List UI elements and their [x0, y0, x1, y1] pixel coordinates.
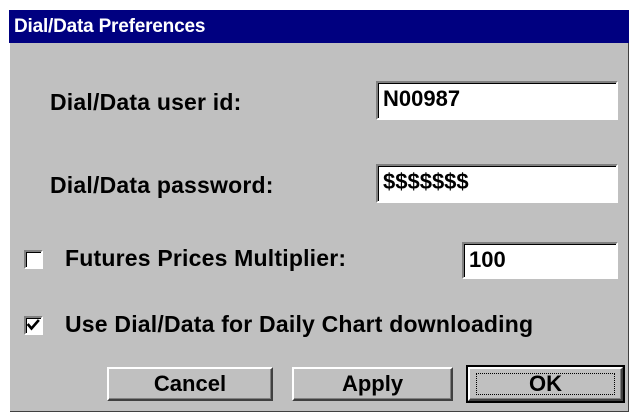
- preferences-dialog: Dial/Data Preferences Dial/Data user id:…: [9, 10, 629, 412]
- password-label: Dial/Data password:: [50, 172, 274, 198]
- password-input[interactable]: $$$$$$$: [376, 164, 618, 203]
- user-id-label: Dial/Data user id:: [50, 89, 242, 115]
- apply-button[interactable]: Apply: [292, 367, 453, 401]
- dialog-title: Dial/Data Preferences: [9, 10, 629, 43]
- checkmark-icon: [26, 319, 40, 331]
- cancel-button[interactable]: Cancel: [107, 367, 273, 401]
- user-id-input[interactable]: N00987: [376, 81, 618, 120]
- focus-rectangle: [476, 373, 615, 395]
- ok-button[interactable]: OK: [466, 365, 625, 403]
- multiplier-label: Futures Prices Multiplier:: [65, 245, 347, 271]
- multiplier-input[interactable]: 100: [462, 242, 618, 279]
- multiplier-checkbox[interactable]: [24, 250, 43, 269]
- daily-chart-label: Use Dial/Data for Daily Chart downloadin…: [65, 311, 534, 337]
- daily-chart-checkbox[interactable]: [24, 316, 43, 335]
